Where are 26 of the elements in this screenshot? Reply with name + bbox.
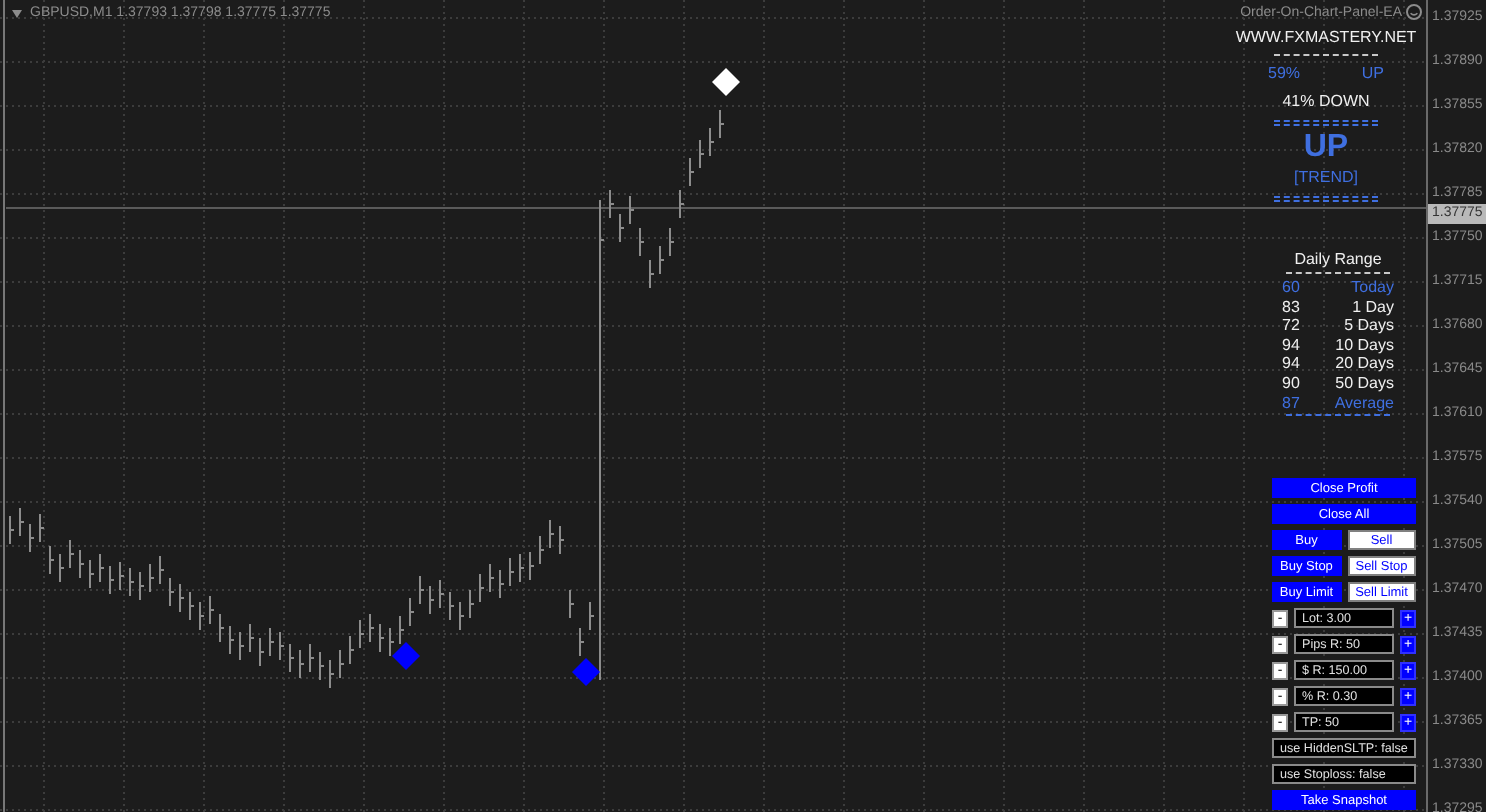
range-value: 60 bbox=[1282, 278, 1300, 298]
dropdown-icon[interactable] bbox=[12, 9, 22, 17]
trend-label: [TREND] bbox=[1294, 166, 1358, 190]
range-period: 1 Day bbox=[1352, 297, 1394, 317]
down-percent: 41% DOWN bbox=[1282, 90, 1370, 114]
range-value: 94 bbox=[1282, 354, 1300, 374]
range-period: 10 Days bbox=[1335, 335, 1394, 355]
range-value: 83 bbox=[1282, 297, 1300, 317]
up-percent: 59% bbox=[1268, 62, 1301, 86]
range-value: 87 bbox=[1282, 393, 1300, 413]
range-period: 5 Days bbox=[1344, 316, 1394, 336]
diamond-icon bbox=[392, 642, 420, 670]
website-label: WWW.FXMASTERY.NET bbox=[1235, 26, 1417, 50]
smiley-icon bbox=[1406, 4, 1422, 20]
diamond-icon bbox=[712, 68, 740, 96]
diamond-icon bbox=[572, 658, 600, 686]
trend-direction: UP bbox=[1303, 130, 1349, 166]
range-period: 20 Days bbox=[1335, 354, 1394, 374]
range-value: 90 bbox=[1282, 373, 1300, 394]
up-label: UP bbox=[1361, 62, 1384, 86]
range-period: Average bbox=[1334, 393, 1394, 413]
range-value: 72 bbox=[1282, 316, 1300, 336]
range-value: 94 bbox=[1282, 335, 1300, 355]
range-period: 50 Days bbox=[1335, 373, 1394, 394]
daily-range-title: Daily Range bbox=[1294, 248, 1382, 270]
range-period: Today bbox=[1351, 278, 1394, 298]
